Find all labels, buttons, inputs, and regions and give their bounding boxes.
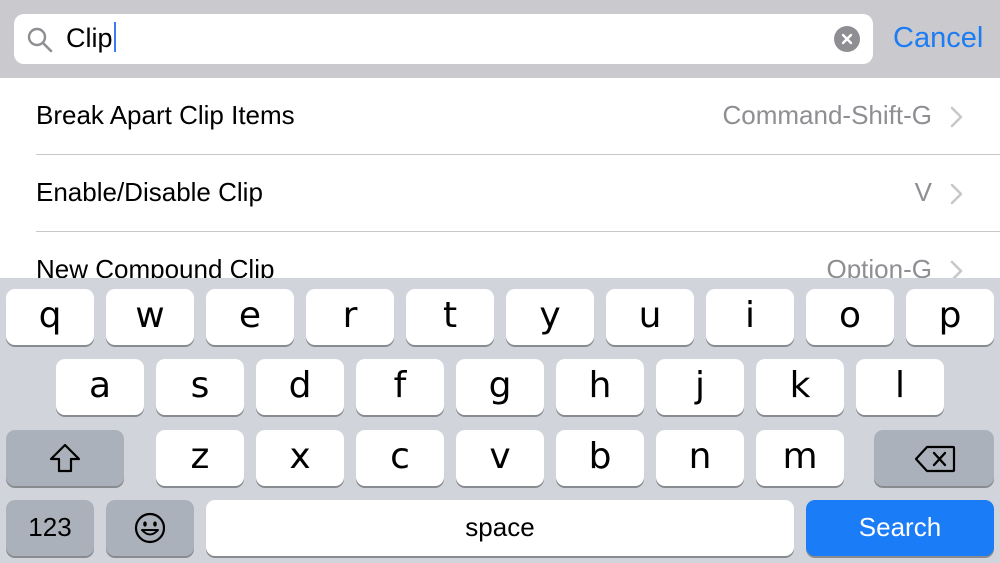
- search-query-text: Clip: [66, 23, 113, 53]
- key-x[interactable]: x: [256, 430, 344, 486]
- emoji-icon: [134, 512, 166, 544]
- shift-key[interactable]: [6, 430, 124, 486]
- key-w[interactable]: w: [106, 289, 194, 345]
- key-a[interactable]: a: [56, 359, 144, 415]
- key-p[interactable]: p: [906, 289, 994, 345]
- chevron-right-icon: [950, 106, 963, 128]
- key-j[interactable]: j: [656, 359, 744, 415]
- delete-key[interactable]: [874, 430, 994, 486]
- results-list: Break Apart Clip Items Command-Shift-G E…: [0, 78, 1000, 278]
- keyboard: q w e r t y u i o p a s d f g h j k l z …: [0, 278, 1000, 563]
- key-m[interactable]: m: [756, 430, 844, 486]
- search-query[interactable]: Clip: [66, 22, 116, 54]
- result-title: Break Apart Clip Items: [36, 100, 295, 130]
- search-bar: Clip Cancel: [0, 0, 1000, 78]
- text-caret: [113, 22, 116, 52]
- key-i[interactable]: i: [706, 289, 794, 345]
- emoji-key[interactable]: [106, 500, 194, 556]
- result-shortcut: Option-G: [826, 254, 933, 278]
- search-icon: [27, 27, 53, 53]
- key-o[interactable]: o: [806, 289, 894, 345]
- numbers-key[interactable]: 123: [6, 500, 94, 556]
- result-row-new-compound-clip[interactable]: New Compound Clip Option-G: [0, 232, 1000, 278]
- key-z[interactable]: z: [156, 430, 244, 486]
- key-v[interactable]: v: [456, 430, 544, 486]
- search-key[interactable]: Search: [806, 500, 994, 556]
- key-k[interactable]: k: [756, 359, 844, 415]
- key-g[interactable]: g: [456, 359, 544, 415]
- key-t[interactable]: t: [406, 289, 494, 345]
- key-l[interactable]: l: [856, 359, 944, 415]
- key-b[interactable]: b: [556, 430, 644, 486]
- result-row-break-apart-clip-items[interactable]: Break Apart Clip Items Command-Shift-G: [0, 78, 1000, 155]
- space-key[interactable]: space: [206, 500, 794, 556]
- key-h[interactable]: h: [556, 359, 644, 415]
- chevron-right-icon: [950, 183, 963, 205]
- key-r[interactable]: r: [306, 289, 394, 345]
- key-s[interactable]: s: [156, 359, 244, 415]
- delete-icon: [914, 445, 956, 473]
- key-n[interactable]: n: [656, 430, 744, 486]
- chevron-right-icon: [950, 260, 963, 278]
- key-d[interactable]: d: [256, 359, 344, 415]
- clear-search-button[interactable]: [834, 26, 860, 52]
- key-u[interactable]: u: [606, 289, 694, 345]
- shift-icon: [49, 443, 81, 473]
- result-shortcut: V: [914, 177, 932, 207]
- key-f[interactable]: f: [356, 359, 444, 415]
- result-row-enable-disable-clip[interactable]: Enable/Disable Clip V: [0, 155, 1000, 232]
- key-e[interactable]: e: [206, 289, 294, 345]
- cancel-button[interactable]: Cancel: [893, 20, 983, 56]
- clear-icon: [841, 33, 853, 45]
- search-input[interactable]: [14, 14, 873, 64]
- result-title: Enable/Disable Clip: [36, 177, 263, 207]
- result-shortcut: Command-Shift-G: [722, 100, 933, 130]
- result-title: New Compound Clip: [36, 254, 275, 278]
- key-c[interactable]: c: [356, 430, 444, 486]
- key-y[interactable]: y: [506, 289, 594, 345]
- key-q[interactable]: q: [6, 289, 94, 345]
